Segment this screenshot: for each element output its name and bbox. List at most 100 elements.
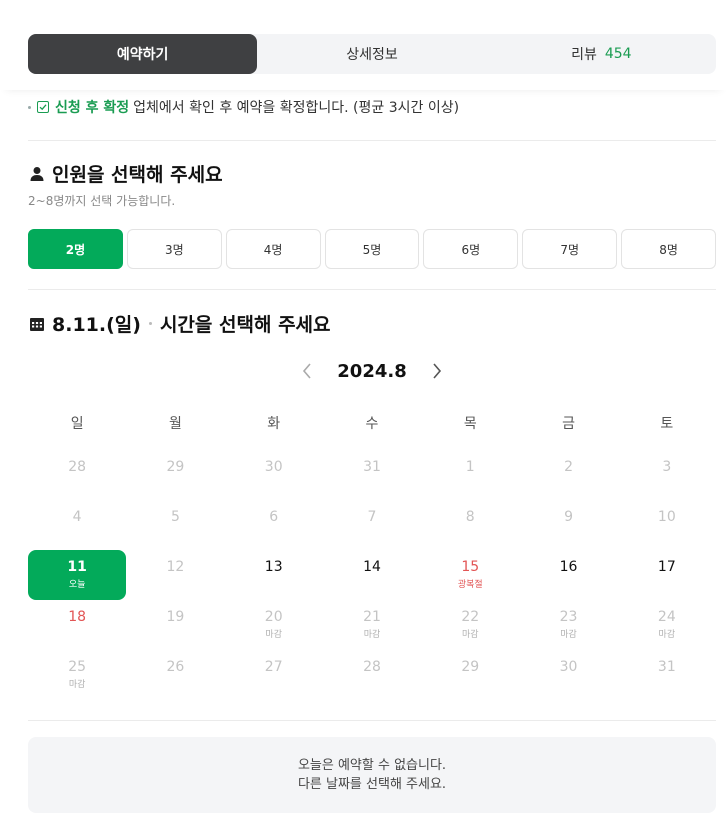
selected-date: 8.11.(일) — [52, 314, 141, 336]
time-title-text: 시간을 선택해 주세요 — [159, 314, 331, 336]
calendar-day: 28 — [28, 450, 126, 500]
calendar-day: 29 — [421, 650, 519, 700]
day-number: 31 — [657, 659, 676, 675]
calendar-day[interactable]: 16 — [519, 550, 617, 600]
weekday-label: 일 — [70, 416, 84, 432]
day-number: 17 — [657, 559, 676, 575]
people-option-7[interactable]: 7명 — [522, 229, 618, 269]
tab-label: 예약하기 — [116, 47, 169, 63]
tab-bar-container: 예약하기 상세정보 리뷰 454 — [0, 0, 727, 90]
review-count: 454 — [604, 46, 632, 62]
day-number: 7 — [367, 509, 377, 525]
people-option-8[interactable]: 8명 — [621, 229, 717, 269]
chevron-left-icon — [303, 363, 311, 379]
day-number: 30 — [264, 459, 283, 475]
calendar-day: 12 — [126, 550, 224, 600]
day-number: 16 — [559, 559, 578, 575]
confirmation-notice: 신청 후 확정 업체에서 확인 후 예약을 확정합니다. (평균 3시간 이상) — [28, 97, 459, 117]
calendar-day: 22 마감 — [421, 600, 519, 650]
day-number: 11 — [67, 559, 87, 575]
calendar-day: 26 — [126, 650, 224, 700]
day-number: 5 — [170, 509, 180, 525]
prev-month-button[interactable] — [297, 361, 317, 381]
calendar-day: 9 — [519, 500, 617, 550]
calendar-day[interactable]: 11 오늘 — [28, 550, 127, 600]
day-number: 3 — [662, 459, 672, 475]
calendar-day: 21 마감 — [323, 600, 421, 650]
calendar-day: 5 — [126, 500, 224, 550]
calendar-day: 31 — [323, 450, 421, 500]
day-number: 12 — [166, 559, 185, 575]
people-section-title: 인원을 선택해 주세요 — [28, 160, 223, 187]
day-number: 4 — [72, 509, 82, 525]
calendar-day: 30 — [519, 650, 617, 700]
day-number: 29 — [461, 659, 480, 675]
day-status-label: 마감 — [265, 630, 282, 640]
day-status-label: 광복절 — [457, 580, 483, 590]
day-number: 19 — [166, 609, 185, 625]
unavailable-message: 오늘은 예약할 수 없습니다. 다른 날짜를 선택해 주세요. — [28, 737, 716, 813]
notice-text: 업체에서 확인 후 예약을 확정합니다. (평균 3시간 이상) — [133, 100, 460, 116]
bullet-dot — [28, 105, 31, 109]
calendar-day[interactable]: 17 — [618, 550, 716, 600]
people-option-5[interactable]: 5명 — [324, 229, 420, 269]
calendar-day: 4 — [28, 500, 126, 550]
day-number: 15 — [461, 559, 480, 575]
day-number: 14 — [363, 559, 381, 575]
weekday-header: 일 월 화 수 목 금 토 — [28, 413, 716, 433]
tab-reviews[interactable]: 리뷰 454 — [487, 34, 716, 74]
day-number: 24 — [657, 609, 676, 625]
day-number: 28 — [363, 659, 381, 675]
calendar-day: 27 — [225, 650, 323, 700]
calendar-day: 31 — [618, 650, 716, 700]
message-line-2: 다른 날짜를 선택해 주세요. — [297, 777, 447, 792]
calendar-day: 10 — [618, 500, 716, 550]
day-number: 18 — [68, 609, 87, 625]
people-option-2[interactable]: 2명 — [28, 229, 123, 269]
calendar-day[interactable]: 18 — [28, 600, 126, 650]
calendar-day[interactable]: 14 — [323, 550, 421, 600]
person-icon — [30, 166, 44, 181]
day-status-label: 마감 — [658, 630, 676, 640]
message-line-1: 오늘은 예약할 수 없습니다. — [297, 758, 447, 773]
weekday-label: 목 — [463, 416, 477, 432]
tab-reservation[interactable]: 예약하기 — [28, 34, 258, 74]
weekday-label: 월 — [168, 416, 182, 432]
calendar-week: 18 19 20 마감 21 마감 22 마감 23 마감 24 마감 — [28, 600, 716, 650]
calendar-week: 11 오늘 12 13 14 15 광복절 16 17 — [28, 550, 716, 600]
calendar-day[interactable]: 13 — [225, 550, 323, 600]
day-status-label: 마감 — [363, 630, 381, 640]
calendar-day[interactable]: 15 광복절 — [421, 550, 519, 600]
people-option-3[interactable]: 3명 — [126, 229, 222, 269]
day-number: 21 — [363, 609, 381, 625]
weekday-label: 화 — [267, 416, 281, 432]
day-status-label: 마감 — [560, 630, 577, 640]
calendar-day: 24 마감 — [618, 600, 716, 650]
chevron-right-icon — [433, 363, 441, 379]
calendar-day: 8 — [421, 500, 519, 550]
people-option-6[interactable]: 6명 — [423, 229, 519, 269]
tab-details[interactable]: 상세정보 — [257, 34, 486, 74]
calendar-grid: 28 29 30 31 1 2 3 4 5 6 7 8 9 10 11 오늘 12 13 14 15 광복절 16 17 18… — [28, 450, 716, 700]
calendar-day: 20 마감 — [225, 600, 323, 650]
day-number: 22 — [461, 609, 480, 625]
calendar-day: 2 — [519, 450, 617, 500]
divider — [28, 289, 716, 290]
calendar-day: 30 — [225, 450, 323, 500]
calendar-day: 19 — [126, 600, 224, 650]
day-number: 26 — [166, 659, 185, 675]
divider — [28, 720, 716, 721]
people-option-4[interactable]: 4명 — [225, 229, 321, 269]
next-month-button[interactable] — [427, 361, 447, 381]
calendar-icon — [30, 317, 44, 331]
day-number: 9 — [564, 509, 573, 525]
day-status-label: 마감 — [68, 680, 86, 690]
people-subtitle: 2~8명까지 선택 가능합니다. — [28, 194, 176, 208]
calendar-week: 28 29 30 31 1 2 3 — [28, 450, 716, 500]
day-status-label: 오늘 — [68, 580, 86, 590]
calendar-day: 1 — [421, 450, 519, 500]
month-label: 2024.8 — [337, 360, 407, 382]
tab-label: 상세정보 — [346, 47, 398, 63]
day-number: 10 — [657, 509, 676, 525]
time-section-title: 8.11.(일) 시간을 선택해 주세요 — [28, 310, 331, 337]
